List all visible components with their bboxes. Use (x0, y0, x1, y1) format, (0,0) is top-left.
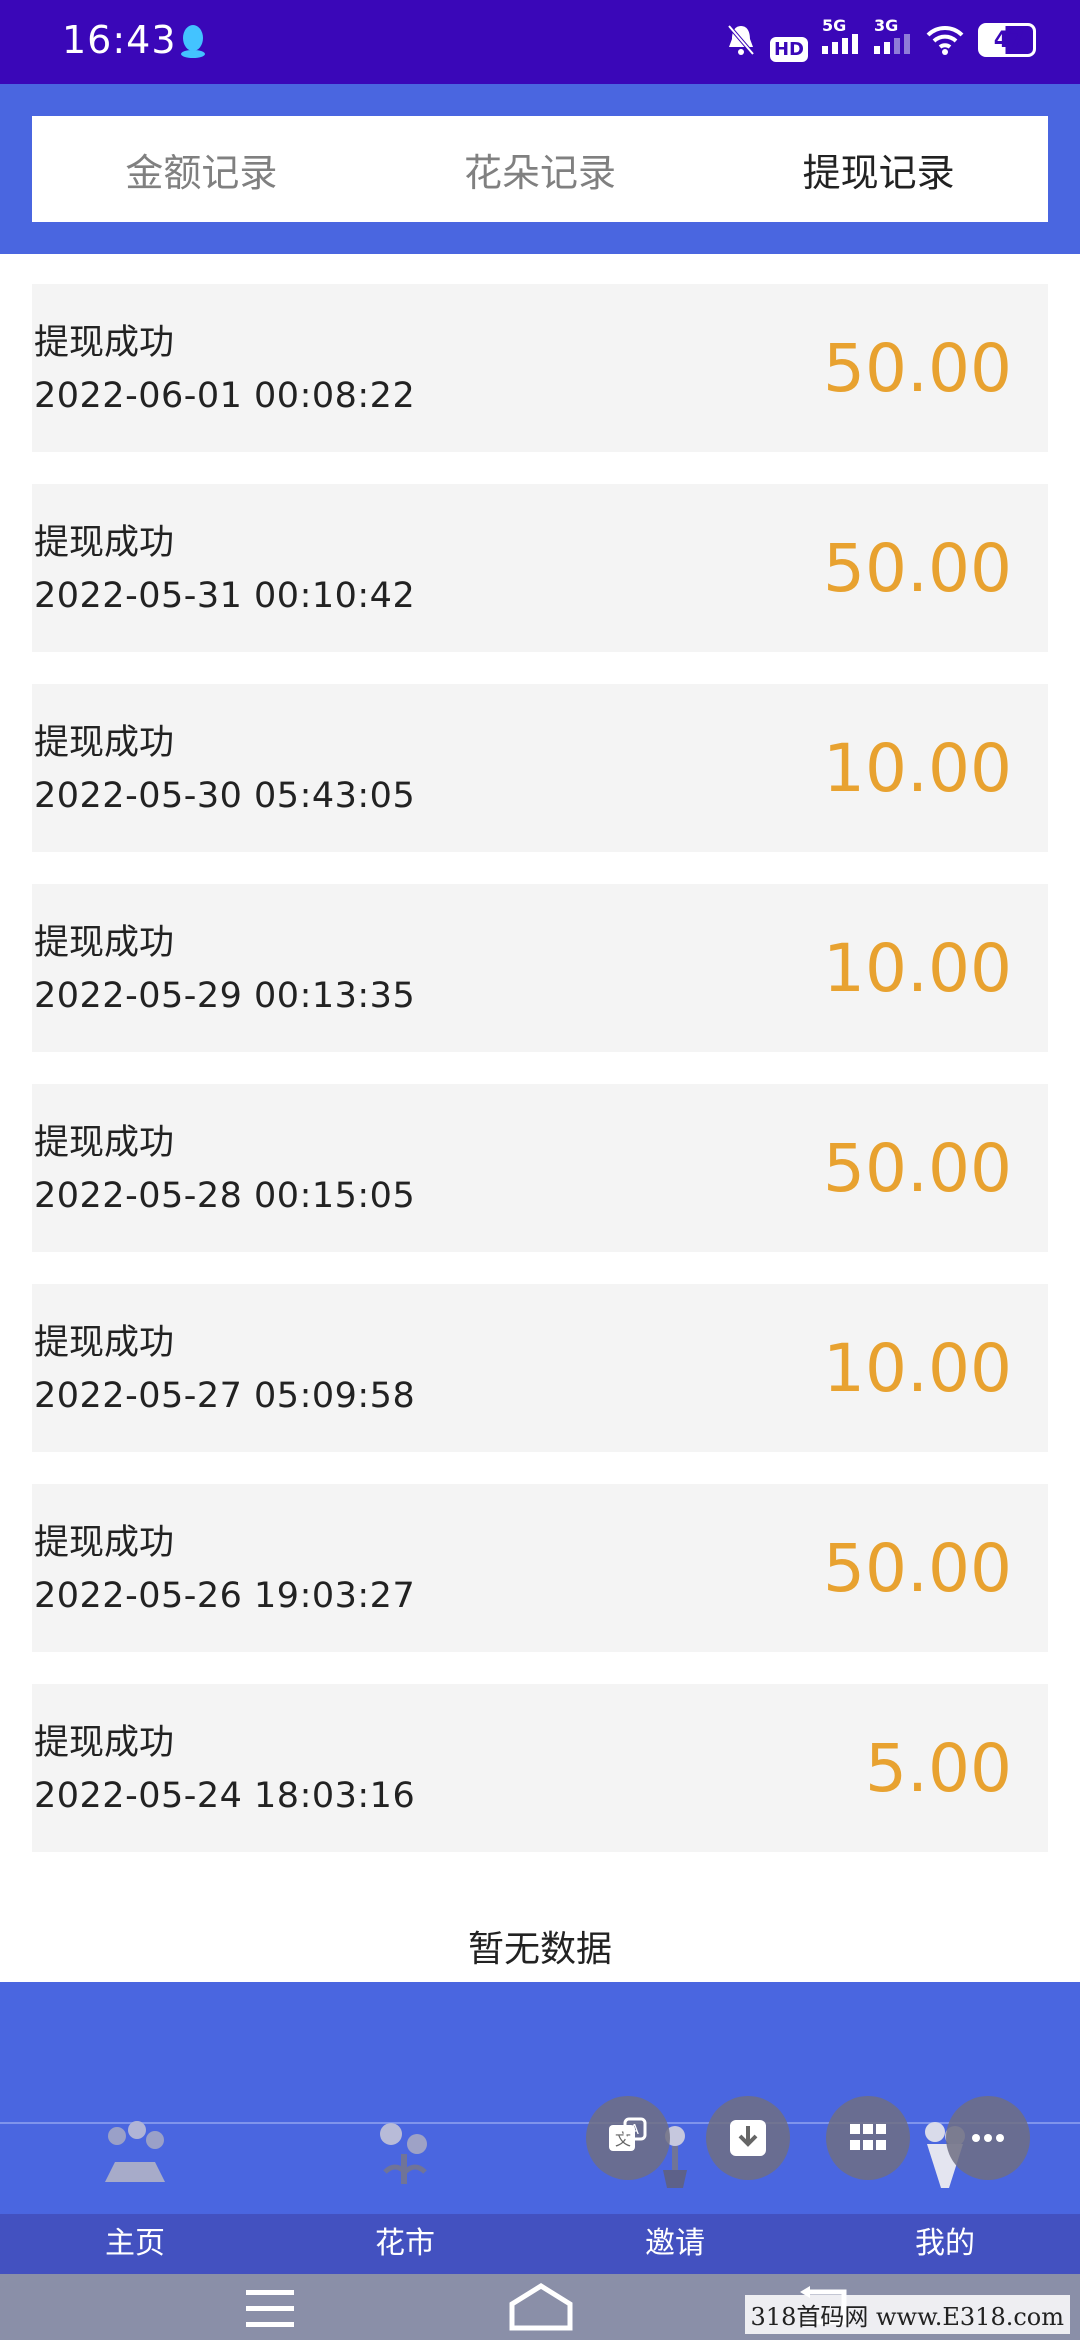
record-status: 提现成功 (34, 1523, 175, 1563)
list-item[interactable]: 提现成功 2022-05-30 05:43:05 10.00 (32, 684, 1048, 852)
record-datetime: 2022-06-01 00:08:22 (34, 376, 416, 416)
record-datetime: 2022-05-30 05:43:05 (34, 776, 416, 816)
tab-bar: 金额记录 花朵记录 提现记录 (32, 116, 1048, 222)
record-status: 提现成功 (34, 1123, 175, 1163)
record-datetime: 2022-05-27 05:09:58 (34, 1376, 416, 1416)
download-icon (730, 2120, 766, 2156)
record-datetime: 2022-05-28 00:15:05 (34, 1176, 416, 1216)
tab-withdraw-records[interactable]: 提现记录 (709, 142, 1048, 197)
record-datetime: 2022-05-31 00:10:42 (34, 576, 416, 616)
list-item[interactable]: 提现成功 2022-05-31 00:10:42 50.00 (32, 484, 1048, 652)
nav-invite-label[interactable]: 邀请 (540, 2214, 810, 2274)
status-time: 16:43 (62, 18, 177, 62)
record-amount: 50.00 (823, 530, 1012, 607)
translate-icon: 文 A (609, 2117, 647, 2151)
battery-icon: 47 (978, 23, 1036, 57)
hd-badge: HD (769, 18, 808, 62)
record-amount: 50.00 (823, 1130, 1012, 1207)
list-item[interactable]: 提现成功 2022-06-01 00:08:22 50.00 (32, 284, 1048, 452)
nav-home-label[interactable]: 主页 (0, 2214, 270, 2274)
record-amount: 10.00 (823, 730, 1012, 807)
record-amount: 10.00 (823, 930, 1012, 1007)
tab-flower-records[interactable]: 花朵记录 (371, 142, 710, 197)
list-item[interactable]: 提现成功 2022-05-27 05:09:58 10.00 (32, 1284, 1048, 1452)
grid-button[interactable] (826, 2096, 910, 2180)
record-datetime: 2022-05-24 18:03:16 (34, 1776, 416, 1816)
more-icon (972, 2134, 1004, 2142)
more-button[interactable] (946, 2096, 1030, 2180)
record-status: 提现成功 (34, 1723, 175, 1763)
list-item[interactable]: 提现成功 2022-05-26 19:03:27 50.00 (32, 1484, 1048, 1652)
nav-home[interactable] (0, 2121, 270, 2214)
record-status: 提现成功 (34, 323, 175, 363)
withdraw-record-list: 提现成功 2022-06-01 00:08:22 50.00 提现成功 2022… (32, 284, 1048, 1884)
mute-bell-icon (727, 24, 755, 56)
tab-amount-records[interactable]: 金额记录 (32, 142, 371, 197)
watermark: 318首码网 www.E318.com (744, 2295, 1070, 2334)
nav-mine-label[interactable]: 我的 (810, 2214, 1080, 2274)
list-item[interactable]: 提现成功 2022-05-29 00:13:35 10.00 (32, 884, 1048, 1052)
record-datetime: 2022-05-29 00:13:35 (34, 976, 416, 1016)
menu-icon[interactable] (244, 2286, 296, 2332)
nav-flower-market[interactable] (270, 2122, 540, 2214)
nav-flower-market-label[interactable]: 花市 (270, 2214, 540, 2274)
record-status: 提现成功 (34, 923, 175, 963)
qq-penguin-icon (181, 25, 205, 58)
empty-data-text: 暂无数据 (467, 1929, 612, 1970)
record-amount: 10.00 (823, 1330, 1012, 1407)
wifi-icon (926, 25, 964, 55)
signal-5g-icon: 5G (822, 18, 860, 62)
grid-icon (850, 2124, 886, 2150)
status-bar: 16:43 HD 5G 3G 47 (0, 0, 1080, 84)
svg-text:A: A (630, 2123, 639, 2138)
floating-toolbar: 文 A (586, 2096, 1030, 2180)
flower-market-icon (380, 2123, 427, 2184)
record-amount: 5.00 (865, 1730, 1012, 1807)
record-amount: 50.00 (823, 330, 1012, 407)
status-icons: HD 5G 3G 47 (726, 18, 1036, 62)
list-item[interactable]: 提现成功 2022-05-28 00:15:05 50.00 (32, 1084, 1048, 1252)
signal-3g-icon: 3G (874, 18, 912, 62)
record-status: 提现成功 (34, 723, 175, 763)
record-status: 提现成功 (34, 1323, 175, 1363)
record-datetime: 2022-05-26 19:03:27 (34, 1576, 416, 1616)
list-item[interactable]: 提现成功 2022-05-24 18:03:16 5.00 (32, 1684, 1048, 1852)
home-icon[interactable] (506, 2282, 576, 2332)
translate-button[interactable]: 文 A (586, 2096, 670, 2180)
flower-pot-icon (105, 2121, 165, 2182)
record-amount: 50.00 (823, 1530, 1012, 1607)
record-status: 提现成功 (34, 523, 175, 563)
download-button[interactable] (706, 2096, 790, 2180)
